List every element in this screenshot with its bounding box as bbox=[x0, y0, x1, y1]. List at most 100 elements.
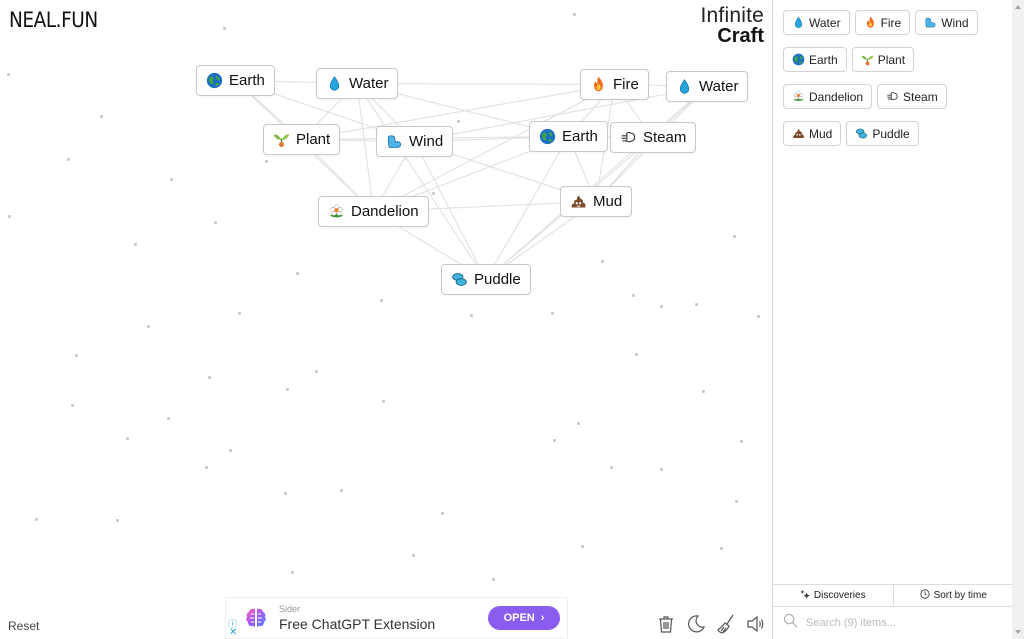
sidebar-item-earth[interactable]: Earth bbox=[783, 47, 847, 72]
background-dot bbox=[551, 312, 554, 315]
background-dot bbox=[296, 272, 299, 275]
ad-close-icon[interactable]: ✕ bbox=[229, 627, 237, 638]
background-dot bbox=[208, 376, 211, 379]
sidebar-item-steam[interactable]: Steam bbox=[877, 84, 947, 109]
ad-headline[interactable]: Free ChatGPT Extension bbox=[279, 616, 435, 632]
background-dot bbox=[315, 370, 318, 373]
search-icon bbox=[783, 613, 798, 633]
canvas-element-mud[interactable]: Mud bbox=[560, 186, 633, 217]
background-dot bbox=[610, 466, 613, 469]
background-dot bbox=[733, 235, 736, 238]
sidebar-item-puddle[interactable]: Puddle bbox=[846, 121, 919, 146]
seedling-icon bbox=[861, 53, 874, 66]
reset-button[interactable]: Reset bbox=[8, 619, 39, 633]
sound-icon[interactable] bbox=[746, 614, 766, 634]
sidebar-footer: Discoveries Sort by time bbox=[773, 584, 1013, 639]
canvas-element-puddle[interactable]: Puddle bbox=[441, 264, 531, 295]
steam-puff-icon bbox=[620, 129, 637, 146]
scroll-up-arrow-icon[interactable] bbox=[1015, 5, 1021, 9]
trash-icon[interactable] bbox=[656, 614, 676, 634]
flower-icon bbox=[792, 90, 805, 103]
sort-by-time-button[interactable]: Sort by time bbox=[892, 585, 1014, 606]
element-label: Dandelion bbox=[351, 203, 419, 220]
sidebar-item-water[interactable]: Water bbox=[783, 10, 850, 35]
background-dot bbox=[67, 158, 70, 161]
element-label: Wind bbox=[409, 133, 444, 150]
chevron-right-icon: › bbox=[540, 612, 545, 624]
dark-mode-icon[interactable] bbox=[686, 614, 706, 634]
background-dot bbox=[134, 243, 137, 246]
sidebar-item-dandelion[interactable]: Dandelion bbox=[783, 84, 873, 109]
fire-icon bbox=[864, 16, 877, 29]
search-input[interactable] bbox=[806, 617, 996, 629]
background-dot bbox=[740, 440, 743, 443]
sidebar: Water Fire Wind Earth Plant Dandelion St… bbox=[772, 0, 1024, 639]
background-dot bbox=[147, 325, 150, 328]
background-dot bbox=[553, 439, 556, 442]
canvas-element-water[interactable]: Water bbox=[316, 68, 399, 99]
scroll-down-arrow-icon[interactable] bbox=[1015, 630, 1021, 634]
background-dot bbox=[735, 500, 738, 503]
background-dot bbox=[205, 466, 208, 469]
background-dot bbox=[577, 422, 580, 425]
ad-open-button[interactable]: OPEN › bbox=[488, 606, 560, 630]
sort-controls: Discoveries Sort by time bbox=[773, 584, 1013, 607]
title-line-craft: Craft bbox=[717, 25, 764, 47]
background-dot bbox=[695, 303, 698, 306]
background-dot bbox=[441, 512, 444, 515]
discoveries-button[interactable]: Discoveries bbox=[773, 585, 893, 606]
item-label: Earth bbox=[809, 52, 838, 67]
element-label: Fire bbox=[613, 76, 639, 93]
earth-globe-icon bbox=[539, 128, 556, 145]
sidebar-item-mud[interactable]: Mud bbox=[783, 121, 842, 146]
wind-icon bbox=[386, 133, 403, 150]
sidebar-item-wind[interactable]: Wind bbox=[915, 10, 978, 35]
flower-icon bbox=[328, 203, 345, 220]
canvas-element-earth[interactable]: Earth bbox=[196, 65, 275, 96]
element-label: Earth bbox=[229, 72, 265, 89]
neal-fun-logo[interactable]: NEAL.FUN bbox=[9, 8, 98, 32]
ad-banner[interactable]: ⓘ ✕ Sider Free ChatGPT Extension OPEN › bbox=[225, 597, 568, 639]
background-dot bbox=[660, 305, 663, 308]
canvas-element-water[interactable]: Water bbox=[666, 71, 749, 102]
toolbar bbox=[656, 614, 766, 634]
sidebar-item-plant[interactable]: Plant bbox=[851, 47, 915, 72]
sidebar-item-fire[interactable]: Fire bbox=[854, 10, 911, 35]
background-dot bbox=[8, 215, 11, 218]
element-label: Mud bbox=[593, 193, 623, 210]
background-dot bbox=[170, 178, 173, 181]
canvas-element-dandelion[interactable]: Dandelion bbox=[318, 196, 429, 227]
connection-line bbox=[485, 86, 708, 280]
canvas-element-fire[interactable]: Fire bbox=[580, 69, 649, 100]
broom-icon[interactable] bbox=[716, 614, 736, 634]
crafting-canvas[interactable]: NEAL.FUN Infinite Craft Earth Water Fire… bbox=[0, 0, 772, 639]
sidebar-scrollbar[interactable] bbox=[1012, 0, 1024, 639]
background-dot bbox=[286, 388, 289, 391]
item-label: Water bbox=[809, 15, 841, 30]
background-dot bbox=[340, 489, 343, 492]
clock-icon bbox=[919, 589, 930, 602]
title-line-infinite: Infinite bbox=[700, 4, 764, 27]
canvas-element-steam[interactable]: Steam bbox=[610, 122, 697, 153]
background-dot bbox=[167, 417, 170, 420]
element-label: Water bbox=[699, 78, 739, 95]
water-drop-icon bbox=[326, 75, 343, 92]
item-label: Dandelion bbox=[809, 89, 864, 104]
earth-globe-icon bbox=[792, 53, 805, 66]
background-dot bbox=[126, 437, 129, 440]
background-dot bbox=[470, 314, 473, 317]
item-label: Plant bbox=[877, 52, 906, 67]
canvas-element-earth[interactable]: Earth bbox=[529, 121, 608, 152]
canvas-element-wind[interactable]: Wind bbox=[376, 126, 454, 157]
canvas-element-plant[interactable]: Plant bbox=[263, 124, 341, 155]
background-dot bbox=[412, 554, 415, 557]
discoveries-label: Discoveries bbox=[813, 590, 866, 601]
background-dot bbox=[100, 115, 103, 118]
item-label: Puddle bbox=[872, 126, 910, 141]
wind-icon bbox=[924, 16, 937, 29]
background-dot bbox=[660, 468, 663, 471]
background-dot bbox=[581, 545, 584, 548]
item-label: Wind bbox=[941, 15, 969, 30]
background-dot bbox=[632, 294, 635, 297]
background-dot bbox=[223, 27, 226, 30]
